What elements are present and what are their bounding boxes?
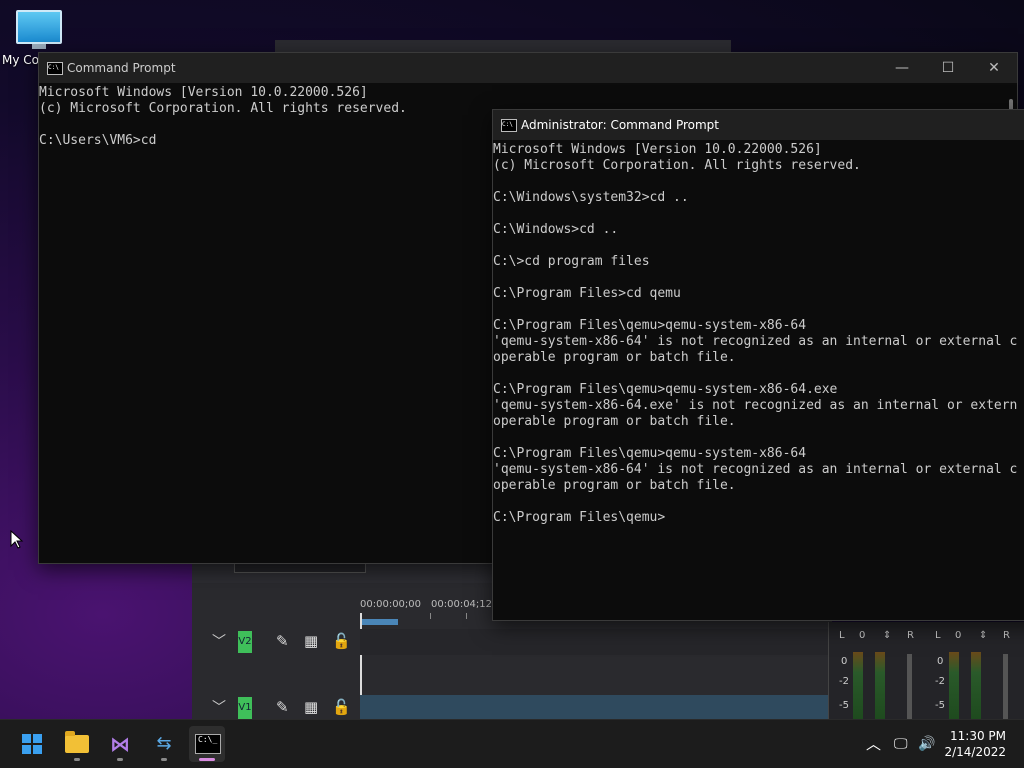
wand-icon[interactable]: ✎ — [276, 632, 289, 650]
clock-date: 2/14/2022 — [944, 745, 1006, 759]
window-titlebar[interactable]: C:\ Command Prompt — ☐ ✕ — [39, 53, 1017, 83]
taskbar: ⋈ ⇆ C:\_ ︿ 🖵 🔊 11:30 PM 2/14/2022 — [0, 719, 1024, 768]
git-tool-button[interactable]: ⇆ — [146, 726, 182, 762]
level-meter — [971, 652, 981, 720]
timecode-mark: 00:00:04;12 — [431, 599, 493, 610]
git-tool-icon: ⇆ — [156, 733, 172, 754]
computer-icon — [16, 10, 62, 44]
track-header-v2: ﹀ V2 ✎ ▦ 🔓 — [192, 629, 360, 655]
clock-time: 11:30 PM — [950, 729, 1006, 743]
close-button[interactable]: ✕ — [979, 57, 1009, 79]
terminal-icon: C:\_ — [195, 734, 221, 754]
playhead-range[interactable] — [362, 619, 398, 625]
chevron-updown-icon[interactable]: ⇕ — [979, 630, 987, 641]
chevron-up-icon[interactable]: ︿ — [866, 720, 881, 768]
film-icon[interactable]: ▦ — [304, 632, 318, 650]
lock-icon[interactable]: 🔓 — [332, 632, 351, 650]
volume-slider[interactable] — [1003, 654, 1008, 720]
wand-icon[interactable]: ✎ — [276, 698, 289, 716]
chevron-down-icon[interactable]: ﹀ — [212, 631, 226, 651]
visual-studio-icon: ⋈ — [110, 732, 130, 756]
terminal-button[interactable]: C:\_ — [189, 726, 225, 762]
level-meter — [875, 652, 885, 720]
track-row-v2[interactable] — [360, 629, 832, 655]
level-meter — [949, 652, 959, 720]
clock[interactable]: 11:30 PM 2/14/2022 — [944, 728, 1006, 760]
cmd-icon: C:\ — [501, 119, 517, 132]
start-button[interactable] — [14, 726, 50, 762]
folder-icon — [65, 731, 89, 753]
window-title: Command Prompt — [67, 61, 176, 75]
lock-icon[interactable]: 🔓 — [332, 698, 351, 716]
audio-meters: L 0 ⇕ R 0 -2 -5 L 0 ⇕ R 0 -2 -5 — [828, 622, 1024, 720]
chevron-updown-icon[interactable]: ⇕ — [883, 630, 891, 641]
volume-icon[interactable]: 🔊 — [918, 720, 935, 768]
admin-command-prompt-window[interactable]: C:\ Administrator: Command Prompt Micros… — [492, 109, 1024, 621]
window-title: Administrator: Command Prompt — [521, 118, 719, 132]
mouse-cursor-icon — [10, 530, 24, 549]
visual-studio-button[interactable]: ⋈ — [102, 726, 138, 762]
track-row-v1[interactable] — [360, 695, 832, 721]
minimize-button[interactable]: — — [887, 57, 917, 79]
track-header-v1: ﹀ V1 ✎ ▦ 🔓 — [192, 695, 360, 721]
window-titlebar[interactable]: C:\ Administrator: Command Prompt — [493, 110, 1024, 140]
volume-slider[interactable] — [907, 654, 912, 720]
track-label-v2[interactable]: V2 — [238, 631, 252, 653]
film-icon[interactable]: ▦ — [304, 698, 318, 716]
meter-block-2: L 0 ⇕ R 0 -2 -5 — [925, 622, 1020, 720]
windows-logo-icon — [22, 734, 42, 754]
timecode-start: 00:00:00;00 — [360, 599, 422, 610]
track-label-v1[interactable]: V1 — [238, 697, 252, 719]
level-meter — [853, 652, 863, 720]
cmd-icon: C:\ — [47, 62, 63, 75]
console-output[interactable]: Microsoft Windows [Version 10.0.22000.52… — [493, 142, 1024, 620]
meter-block-1: L 0 ⇕ R 0 -2 -5 — [829, 622, 924, 720]
file-explorer-button[interactable] — [59, 726, 95, 762]
network-icon[interactable]: 🖵 — [894, 720, 908, 768]
maximize-button[interactable]: ☐ — [933, 57, 963, 79]
chevron-down-icon[interactable]: ﹀ — [212, 697, 226, 717]
